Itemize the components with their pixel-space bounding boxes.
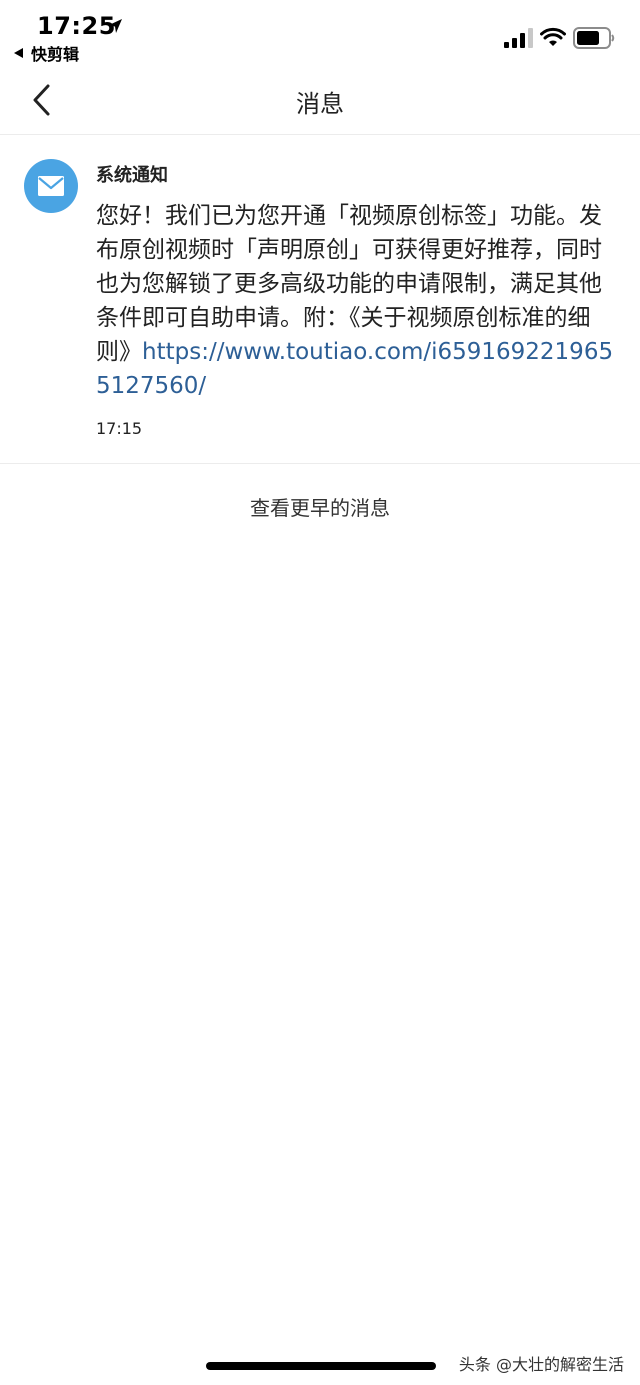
home-indicator[interactable] <box>206 1362 436 1370</box>
status-time: 17:25 <box>37 12 116 40</box>
nav-bar: 消息 <box>0 70 640 135</box>
wifi-icon <box>540 27 566 46</box>
back-app-label: 快剪辑 <box>31 45 80 64</box>
view-earlier-messages-button[interactable]: 查看更早的消息 <box>0 492 640 521</box>
battery-icon <box>573 27 615 49</box>
location-arrow-icon <box>108 19 122 33</box>
mail-envelope-icon <box>38 176 64 196</box>
message-item: 系统通知 您好！我们已为您开通「视频原创标签」功能。发布原创视频时「声明原创」可… <box>0 135 640 464</box>
message-timestamp: 17:15 <box>96 419 143 438</box>
back-triangle-icon <box>14 48 23 58</box>
message-link[interactable]: https://www.toutiao.com/i659169221965512… <box>96 339 613 399</box>
page-title: 消息 <box>296 90 344 118</box>
sender-name: 系统通知 <box>96 165 168 186</box>
message-body: 您好！我们已为您开通「视频原创标签」功能。发布原创视频时「声明原创」可获得更好推… <box>96 199 616 403</box>
avatar <box>24 159 78 213</box>
watermark: 头条 @大壮的解密生活 <box>458 1355 624 1374</box>
status-bar: 17:25 快剪辑 <box>0 0 640 70</box>
cellular-signal-icon <box>504 28 533 48</box>
back-to-app-button[interactable]: 快剪辑 <box>14 42 79 64</box>
